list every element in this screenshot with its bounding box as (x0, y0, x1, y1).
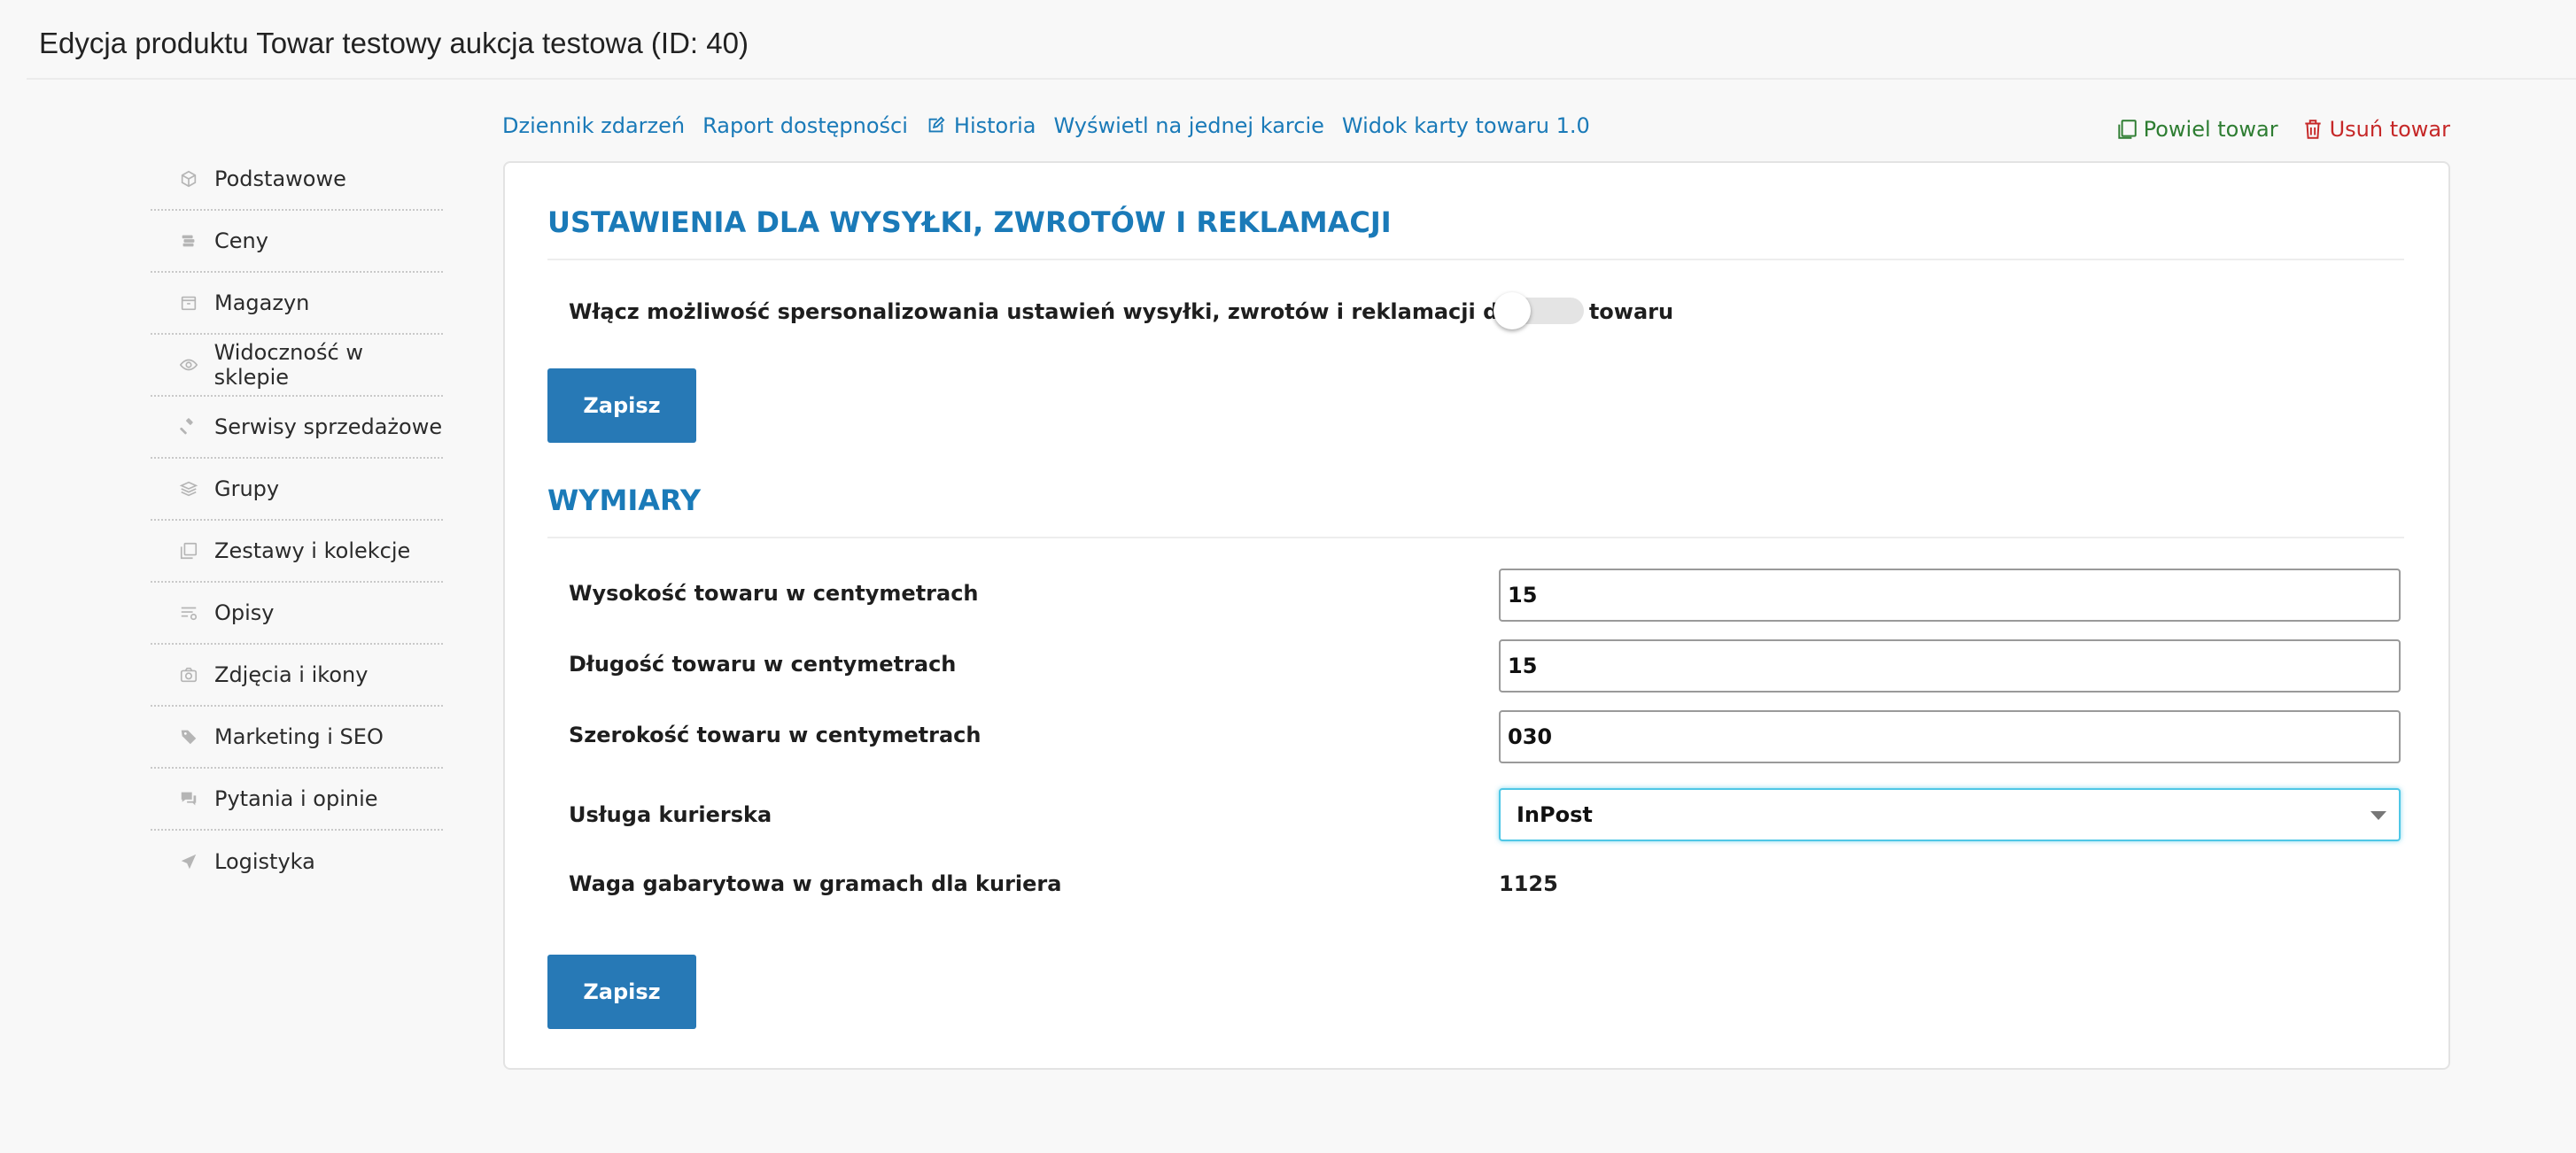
courier-label: Usługa kurierska (569, 802, 772, 827)
event-log-link[interactable]: Dziennik zdarzeń (502, 113, 685, 138)
chevron-down-icon (2370, 811, 2386, 820)
price-tag-icon (151, 231, 213, 251)
card-view-link[interactable]: Widok karty towaru 1.0 (1342, 113, 1590, 138)
delete-label: Usuń towar (2329, 117, 2450, 142)
length-input[interactable] (1499, 639, 2401, 693)
courier-select-value: InPost (1517, 802, 1593, 827)
box-icon (151, 293, 213, 313)
comments-icon (151, 789, 213, 809)
sidebar-item-widocznosc[interactable]: Widoczność w sklepie (151, 335, 443, 397)
send-icon (151, 852, 213, 871)
sidebar-item-magazyn[interactable]: Magazyn (151, 273, 443, 335)
shipping-section-title: USTAWIENIA DLA WYSYŁKI, ZWROTÓW I REKLAM… (547, 205, 1392, 239)
weight-label: Waga gabarytowa w gramach dla kuriera (569, 871, 1062, 896)
weight-value: 1125 (1499, 871, 1558, 896)
sidebar-item-grupy[interactable]: Grupy (151, 459, 443, 521)
title-divider (27, 78, 2576, 80)
sidebar-item-label: Opisy (214, 600, 275, 625)
length-label: Długość towaru w centymetrach (569, 652, 957, 677)
sidebar-item-pytania[interactable]: Pytania i opinie (151, 769, 443, 831)
description-icon (151, 603, 213, 623)
page-title: Edycja produktu Towar testowy aukcja tes… (39, 27, 749, 59)
sidebar-item-zdjecia[interactable]: Zdjęcia i ikony (151, 645, 443, 707)
trash-icon (2304, 120, 2321, 139)
sidebar-item-label: Marketing i SEO (214, 724, 384, 749)
sidebar-item-label: Zdjęcia i ikony (214, 662, 369, 687)
section-divider (547, 537, 2404, 538)
edit-icon (928, 116, 945, 133)
dimensions-section-title: WYMIARY (547, 484, 702, 517)
height-label: Wysokość towaru w centymetrach (569, 581, 979, 606)
sidebar: Podstawowe Ceny Magazyn Widoczność w skl… (151, 149, 443, 893)
camera-icon (151, 665, 213, 685)
tags-icon (151, 727, 213, 747)
sidebar-item-logistyka[interactable]: Logistyka (151, 831, 443, 893)
width-input[interactable] (1499, 710, 2401, 763)
eye-icon (151, 355, 213, 375)
availability-report-link[interactable]: Raport dostępności (702, 113, 908, 138)
sidebar-item-marketing[interactable]: Marketing i SEO (151, 707, 443, 769)
sidebar-item-label: Magazyn (214, 290, 310, 315)
settings-card: USTAWIENIA DLA WYSYŁKI, ZWROTÓW I REKLAM… (503, 161, 2450, 1070)
history-link-label: Historia (953, 113, 1036, 138)
layers-icon (151, 479, 213, 499)
sidebar-item-label: Widoczność w sklepie (213, 340, 363, 390)
section-divider (547, 259, 2404, 260)
collection-icon (151, 541, 213, 561)
toggle-knob (1494, 292, 1531, 329)
save-dimensions-button[interactable]: Zapisz (547, 955, 696, 1029)
width-label: Szerokość towaru w centymetrach (569, 723, 982, 747)
single-card-link[interactable]: Wyświetl na jednej karcie (1053, 113, 1323, 138)
sidebar-item-podstawowe[interactable]: Podstawowe (151, 149, 443, 211)
sidebar-item-label: Logistyka (214, 849, 315, 874)
duplicate-button[interactable]: Powiel towar (2115, 117, 2278, 142)
copy-icon (2117, 120, 2137, 139)
sidebar-item-ceny[interactable]: Ceny (151, 211, 443, 273)
cube-icon (151, 169, 213, 189)
duplicate-label: Powiel towar (2143, 117, 2278, 142)
height-input[interactable] (1499, 569, 2401, 622)
sidebar-item-label: Pytania i opinie (214, 786, 378, 811)
sidebar-item-label: Grupy (214, 476, 280, 501)
gavel-icon (151, 417, 213, 437)
sidebar-item-serwisy[interactable]: Serwisy sprzedażowe (151, 397, 443, 459)
sidebar-item-label: Ceny (214, 228, 268, 253)
sidebar-item-label: Podstawowe (214, 166, 346, 191)
sidebar-item-opisy[interactable]: Opisy (151, 583, 443, 645)
courier-select[interactable]: InPost (1499, 788, 2401, 841)
top-links: Dziennik zdarzeń Raport dostępności Hist… (502, 113, 1608, 138)
sidebar-item-zestawy[interactable]: Zestawy i kolekcje (151, 521, 443, 583)
sidebar-item-label: Zestawy i kolekcje (214, 538, 411, 563)
personalize-toggle[interactable] (1494, 292, 1584, 329)
top-actions: Powiel towar Usuń towar (2115, 117, 2450, 142)
sidebar-item-label: Serwisy sprzedażowe (214, 414, 443, 439)
history-link[interactable]: Historia (926, 113, 1036, 138)
delete-button[interactable]: Usuń towar (2301, 117, 2450, 142)
save-shipping-button[interactable]: Zapisz (547, 368, 696, 443)
